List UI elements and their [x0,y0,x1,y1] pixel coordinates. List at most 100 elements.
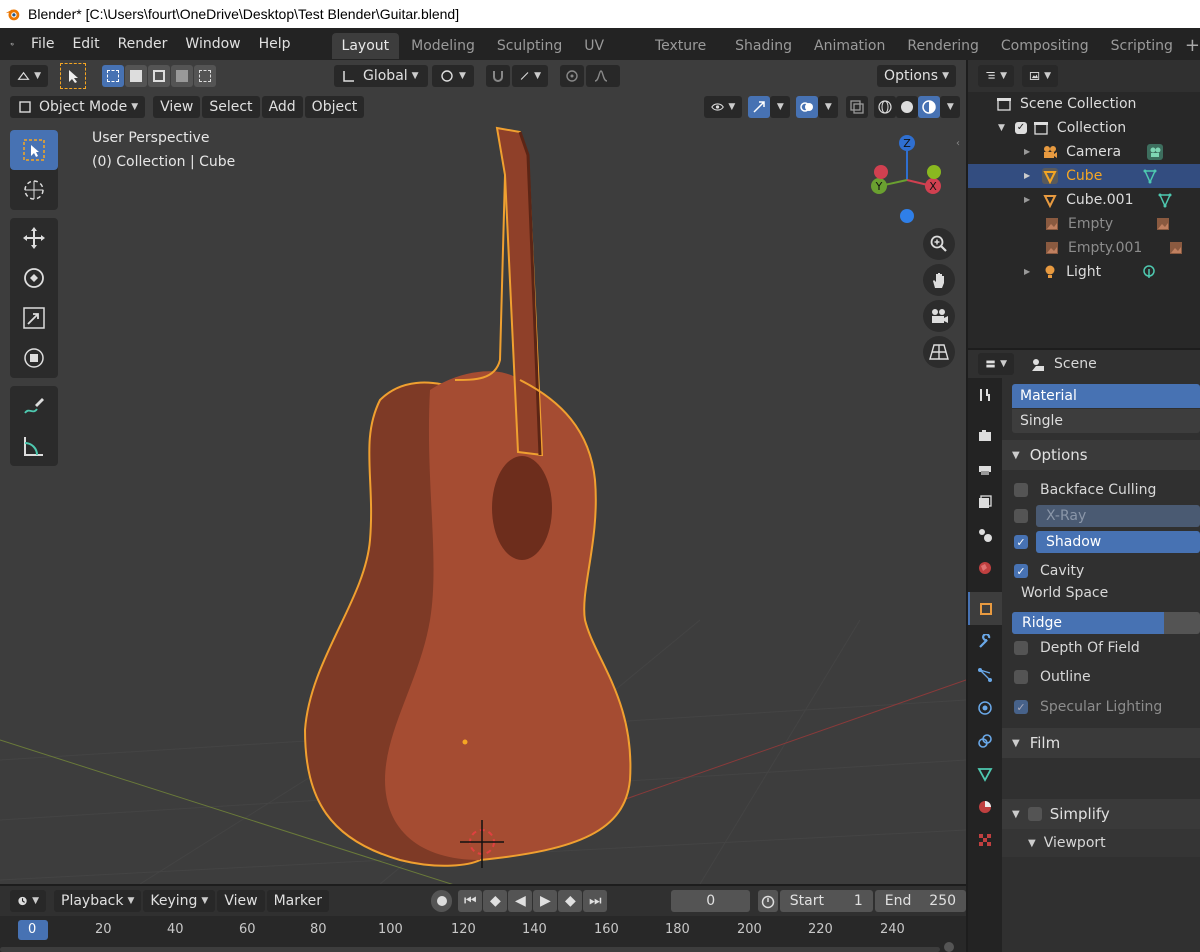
depth-of-field-row[interactable]: Depth Of Field [1014,637,1140,659]
tab-data[interactable] [968,757,1002,790]
overlays-dropdown[interactable]: ▼ [818,96,839,118]
simplify-panel-header[interactable]: ▼ Simplify [1002,799,1200,829]
mesh-data-icon[interactable] [1142,168,1158,184]
expand-arrow-icon[interactable]: ▶ [1024,267,1030,276]
tab-rendering[interactable]: Rendering [897,33,989,59]
tab-particles[interactable] [968,658,1002,691]
mode-dropdown[interactable]: Object Mode ▼ [10,96,146,118]
viewport-subpanel-header[interactable]: ▼ Viewport [1002,829,1200,857]
tab-scene[interactable] [968,518,1002,551]
camera-data-icon[interactable] [1147,143,1164,160]
pivot-point-dropdown[interactable]: ▼ [432,65,474,87]
tab-animation[interactable]: Animation [804,33,895,59]
mesh-data-icon[interactable] [1157,192,1173,208]
tool-annotate[interactable] [10,386,58,426]
backface-culling-row[interactable]: Backface Culling [1014,479,1156,501]
collection-include-checkbox[interactable]: ✓ [1014,121,1027,134]
shadow-intensity-field[interactable]: Shadow [1036,531,1200,553]
shadow-row[interactable]: ✓ Shadow [1014,531,1200,553]
outliner-empty-001[interactable]: Empty.001 [968,236,1200,260]
menu-render[interactable]: Render [109,28,177,60]
xray-toggle[interactable] [846,96,869,118]
outliner-scene-collection[interactable]: Scene Collection [968,92,1200,116]
jump-start-button[interactable]: ⏮ [458,890,483,912]
cavity-checkbox[interactable]: ✓ [1014,564,1028,578]
shading-dropdown[interactable]: ▼ [940,96,961,118]
color-option-material[interactable]: Material [1012,384,1200,408]
wireframe-shading-button[interactable] [874,96,897,118]
camera-view-button[interactable] [923,300,955,332]
select-tool-mode-button[interactable] [60,63,86,89]
cavity-row[interactable]: ✓ Cavity [1014,560,1084,582]
proportional-edit-toggle[interactable] [560,65,584,87]
select-subtract-button[interactable] [148,65,170,87]
tab-shading[interactable]: Shading [725,33,802,59]
outliner-editor-type[interactable]: ▼ [978,65,1014,87]
outliner-cube-001[interactable]: ▶ Cube.001 [968,188,1200,212]
start-frame-field[interactable]: Start 1 [779,890,873,912]
outliner-cube[interactable]: ▶ Cube [968,164,1200,188]
viewport-menu-view[interactable]: View [153,96,201,118]
timeline-menu-playback[interactable]: Playback ▼ [54,890,142,912]
timeline-menu-marker[interactable]: Marker [266,890,329,912]
menu-file[interactable]: File [22,28,63,60]
xray-checkbox[interactable] [1014,509,1028,523]
tool-cursor[interactable] [10,170,58,210]
snap-toggle[interactable] [486,65,510,87]
current-frame-field[interactable]: 0 [671,890,751,912]
expand-arrow-icon[interactable]: ▶ [1024,195,1030,204]
proportional-falloff-dropdown[interactable] [586,65,620,87]
image-data-icon[interactable] [1155,216,1171,232]
select-invert-button[interactable] [171,65,193,87]
tab-uv-editing[interactable]: UV Editing [574,33,643,80]
solid-shading-button[interactable] [896,96,919,118]
outliner-empty[interactable]: Empty [968,212,1200,236]
tab-render[interactable] [968,419,1002,452]
tab-scripting[interactable]: Scripting [1101,33,1183,59]
select-new-button[interactable] [102,65,124,87]
tab-layout[interactable]: Layout [331,33,400,59]
visibility-dropdown[interactable]: ▼ [704,96,743,118]
sidebar-toggle-arrow[interactable]: ‹ [956,138,966,152]
tab-view-layer[interactable] [968,485,1002,518]
tab-world[interactable] [968,551,1002,584]
film-panel-header[interactable]: ▼ Film [1002,728,1200,758]
tab-modifiers[interactable] [968,625,1002,658]
end-frame-field[interactable]: End 250 [874,890,967,912]
backface-culling-checkbox[interactable] [1014,483,1028,497]
tab-sculpting[interactable]: Sculpting [487,33,572,59]
viewport-menu-object[interactable]: Object [304,96,365,118]
tab-object[interactable] [968,592,1002,625]
outline-checkbox[interactable] [1014,670,1028,684]
menu-help[interactable]: Help [250,28,300,60]
timeline-ruler[interactable]: 0 20 40 60 80 100 120 140 160 180 200 22… [0,916,966,952]
tab-compositing[interactable]: Compositing [991,33,1099,59]
timeline-scrollbar[interactable] [0,947,940,952]
tool-select-box[interactable] [10,130,58,170]
image-data-icon[interactable] [1168,240,1184,256]
simplify-checkbox[interactable] [1027,807,1042,821]
ridge-slider[interactable]: Ridge [1012,612,1200,634]
viewport-menu-add[interactable]: Add [261,96,303,118]
select-extend-button[interactable] [125,65,147,87]
tab-constraints[interactable] [968,724,1002,757]
specular-lighting-row[interactable]: ✓ Specular Lighting [1014,696,1162,718]
jump-end-button[interactable]: ⏭ [583,890,608,912]
navigation-gizmo[interactable]: Z X Y [862,134,952,224]
prev-keyframe-button[interactable]: ◆ [483,890,508,912]
tool-measure[interactable] [10,426,58,466]
viewport-menu-select[interactable]: Select [202,96,260,118]
perspective-toggle-button[interactable] [923,336,955,368]
timeline-menu-view[interactable]: View [217,890,265,912]
play-reverse-button[interactable]: ◀ [508,890,533,912]
expand-arrow-icon[interactable]: ▶ [1024,147,1030,156]
properties-editor-type[interactable]: ▼ [978,353,1014,375]
material-preview-button[interactable] [918,96,941,118]
menu-edit[interactable]: Edit [63,28,108,60]
tool-transform[interactable] [10,338,58,378]
blender-logo-icon[interactable] [10,33,14,55]
color-option-single[interactable]: Single [1012,409,1200,433]
tool-rotate[interactable] [10,258,58,298]
collapse-arrow-icon[interactable]: ▼ [998,123,1005,133]
snap-target-dropdown[interactable]: ▼ [512,65,548,87]
